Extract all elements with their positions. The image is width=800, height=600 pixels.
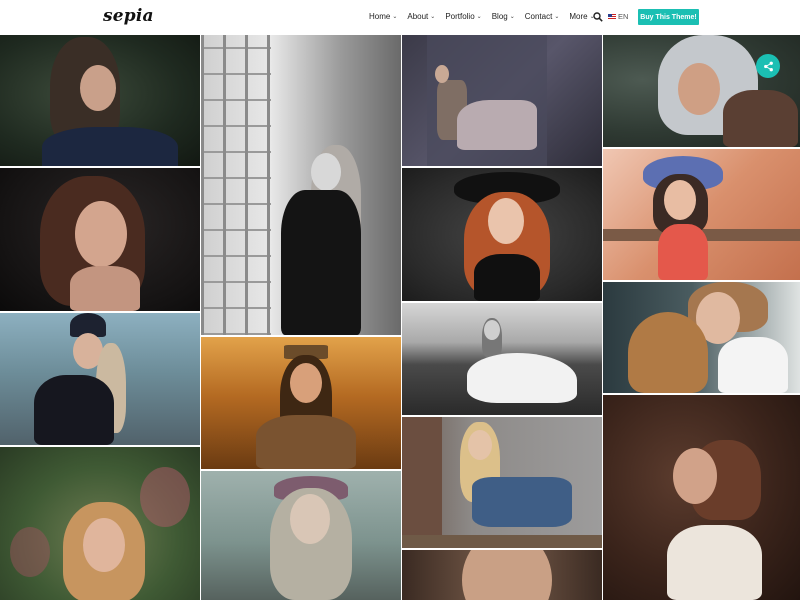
nav-item-label: Contact — [524, 12, 553, 21]
portrait-figure — [452, 170, 562, 301]
portrait-figure — [256, 345, 356, 469]
portrait-figure — [427, 60, 537, 160]
nav-item-about[interactable]: About ⌄ — [407, 12, 435, 21]
nav-item-contact[interactable]: Contact ⌄ — [525, 12, 560, 21]
portrait-figure — [628, 282, 798, 393]
photo-tile-portrait-redhead-black-hat[interactable] — [402, 168, 602, 301]
portrait-figure — [271, 145, 381, 335]
nav-item-label: Blog — [491, 12, 508, 21]
portrait-figure — [55, 502, 155, 600]
portrait-figure — [30, 313, 140, 445]
nav-item-label: Home — [369, 12, 391, 21]
portrait-figure — [457, 318, 587, 413]
portrait-figure — [256, 476, 366, 600]
portrait-figure — [628, 154, 738, 280]
photo-tile-portrait-crown-golden-field[interactable] — [201, 337, 401, 469]
fence-grid — [201, 35, 271, 335]
language-label: EN — [618, 12, 629, 21]
main-nav: Home ⌄ About ⌄ Portfolio ⌄ Blog ⌄ Contac… — [369, 12, 605, 21]
portrait-face — [462, 550, 552, 600]
photo-tile-portrait-beanie-road[interactable] — [0, 313, 200, 445]
uk-flag-icon — [608, 14, 616, 19]
photo-tile-portrait-flower-crown[interactable] — [201, 471, 401, 600]
portrait-figure — [20, 176, 170, 311]
nav-item-portfolio[interactable]: Portfolio ⌄ — [445, 12, 481, 21]
chevron-down-icon: ⌄ — [430, 14, 436, 20]
portrait-figure — [452, 422, 592, 546]
nav-item-label: About — [407, 12, 429, 21]
photo-tile-portrait-black-white-fence[interactable] — [201, 35, 401, 335]
chevron-down-icon: ⌄ — [554, 14, 560, 20]
share-icon — [763, 61, 773, 71]
photo-tile-portrait-bw-white-dress-field[interactable] — [402, 303, 602, 415]
nav-item-blog[interactable]: Blog ⌄ — [492, 12, 515, 21]
nav-item-label: More — [569, 12, 588, 21]
buy-theme-button[interactable]: Buy This Theme! — [638, 9, 699, 25]
photo-tile-portrait-brunette-dark[interactable] — [0, 168, 200, 311]
share-button[interactable] — [756, 54, 780, 78]
portrait-figure — [653, 440, 773, 600]
language-selector[interactable]: EN — [608, 12, 628, 21]
portrait-figure — [648, 35, 798, 147]
nav-item-more[interactable]: More ⌄ — [569, 12, 594, 21]
chevron-down-icon: ⌄ — [509, 14, 515, 20]
curtain — [402, 417, 442, 548]
photo-tile-portrait-dark-hair-green[interactable] — [0, 35, 200, 166]
photo-tile-portrait-floral-sun-hat[interactable] — [603, 149, 800, 280]
nav-item-label: Portfolio — [445, 12, 475, 21]
chevron-down-icon: ⌄ — [392, 14, 398, 20]
photo-tile-portrait-tattooed-woman[interactable] — [603, 35, 800, 147]
photo-tile-portrait-woman-on-chair[interactable] — [402, 35, 602, 166]
portrait-figure — [40, 35, 178, 166]
photo-tile-portrait-with-cat[interactable] — [603, 282, 800, 393]
photo-tile-portrait-blonde-flowers[interactable] — [0, 447, 200, 600]
photo-tile-portrait-profile-sweater[interactable] — [603, 395, 800, 600]
nav-item-home[interactable]: Home ⌄ — [369, 12, 397, 21]
site-logo[interactable]: sepia — [103, 6, 154, 26]
search-icon[interactable] — [593, 12, 603, 22]
chevron-down-icon: ⌄ — [476, 14, 482, 20]
photo-tile-portrait-freckles-closeup[interactable] — [402, 550, 602, 600]
photo-tile-portrait-blonde-jeans-studio[interactable] — [402, 417, 602, 548]
top-header: sepia Home ⌄ About ⌄ Portfolio ⌄ Blog ⌄ … — [0, 0, 800, 35]
